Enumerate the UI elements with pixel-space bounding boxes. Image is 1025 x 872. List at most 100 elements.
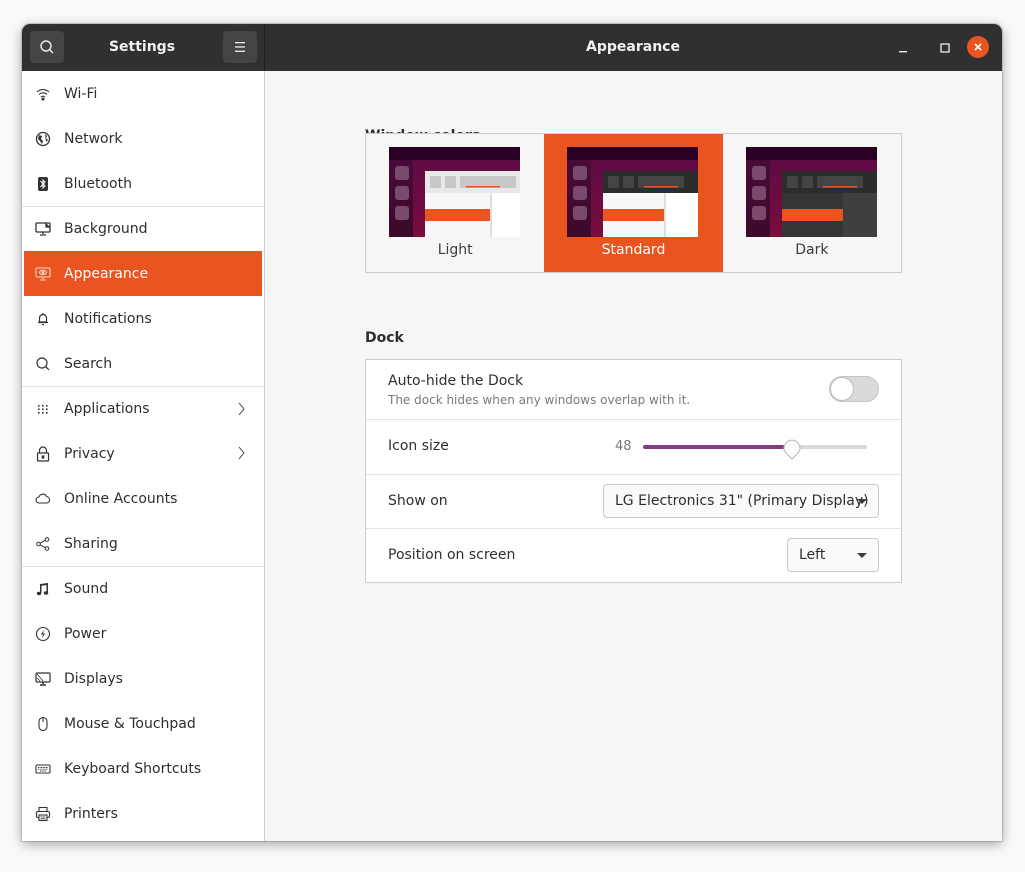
sidebar-item-mouse-touchpad[interactable]: Mouse & Touchpad: [22, 701, 264, 746]
maximize-button[interactable]: [933, 36, 957, 60]
sidebar-item-label: Online Accounts: [64, 490, 178, 507]
keyboard-icon: [35, 761, 51, 777]
slider-handle[interactable]: [782, 436, 802, 460]
autohide-row: Auto-hide the Dock The dock hides when a…: [366, 360, 901, 419]
sidebar-item-label: Wi-Fi: [64, 85, 98, 102]
theme-label: Standard: [601, 242, 666, 258]
sidebar-item-label: Displays: [64, 670, 123, 687]
sidebar-item-printers[interactable]: Printers: [22, 791, 264, 836]
sidebar-item-sharing[interactable]: Sharing: [22, 521, 264, 566]
show-on-dropdown[interactable]: LG Electronics 31" (Primary Display): [603, 484, 879, 518]
sidebar-item-displays[interactable]: Displays: [22, 656, 264, 701]
chevron-right-icon: [238, 446, 246, 464]
sidebar-item-label: Mouse & Touchpad: [64, 715, 196, 732]
cloud-icon: [35, 491, 51, 507]
sidebar-item-label: Keyboard Shortcuts: [64, 760, 202, 777]
sidebar-item-sound[interactable]: Sound: [22, 566, 264, 611]
icon-size-label: Icon size: [388, 438, 449, 454]
search-icon: [40, 40, 54, 54]
position-row: Position on screen Left: [366, 528, 901, 582]
sidebar-item-appearance[interactable]: Appearance: [24, 251, 262, 296]
theme-option-standard[interactable]: Standard: [544, 134, 723, 272]
appearance-panel: Window colors: [266, 71, 1002, 841]
light-theme-preview: [389, 147, 520, 237]
sidebar-item-label: Printers: [64, 805, 118, 822]
wifi-icon: [35, 86, 51, 102]
sidebar-item-applications[interactable]: Applications: [22, 386, 264, 431]
minimize-icon: [899, 51, 907, 53]
sidebar-item-keyboard-shortcuts[interactable]: Keyboard Shortcuts: [22, 746, 264, 791]
sidebar-item-label: Background: [64, 221, 148, 237]
sidebar-item-privacy[interactable]: Privacy: [22, 431, 264, 476]
theme-label: Dark: [795, 242, 829, 258]
dark-theme-preview: [745, 147, 877, 237]
sidebar-item-label: Power: [64, 625, 107, 642]
power-icon: [35, 626, 51, 642]
music-note-icon: [35, 581, 51, 597]
headerbar-content-section: Appearance: [265, 24, 1002, 71]
icon-size-value: 48: [615, 439, 632, 454]
background-icon: [35, 221, 51, 237]
app-title: Settings: [108, 39, 176, 55]
sidebar-item-online-accounts[interactable]: Online Accounts: [22, 476, 264, 521]
lock-icon: [35, 445, 51, 462]
position-dropdown[interactable]: Left: [787, 538, 879, 572]
headerbar: Settings Appearance: [22, 24, 1002, 71]
grid-icon: [35, 401, 51, 417]
headerbar-sidebar-section: Settings: [22, 24, 265, 71]
sidebar-item-label: Network: [64, 130, 123, 147]
close-icon: [974, 43, 982, 51]
sidebar-item-label: Applications: [64, 401, 150, 417]
hamburger-menu-icon: [235, 42, 245, 52]
display-icon: [35, 671, 51, 687]
chevron-right-icon: [238, 402, 246, 420]
sidebar-item-bluetooth[interactable]: Bluetooth: [22, 161, 264, 206]
settings-window: Settings Appearance Wi-Fi Network Blueto…: [22, 24, 1002, 841]
dropdown-arrow-icon: [857, 499, 867, 504]
position-value: Left: [799, 547, 826, 563]
autohide-toggle[interactable]: [829, 376, 879, 402]
sidebar-item-notifications[interactable]: Notifications: [22, 296, 264, 341]
show-on-value: LG Electronics 31" (Primary Display): [615, 493, 869, 509]
maximize-icon: [940, 43, 950, 53]
minimize-button[interactable]: [891, 36, 915, 60]
sidebar-item-label: Privacy: [64, 445, 115, 462]
sidebar-item-background[interactable]: Background: [22, 206, 264, 251]
icon-size-slider[interactable]: [643, 439, 867, 460]
bell-icon: [35, 311, 51, 327]
mouse-icon: [35, 716, 51, 732]
position-label: Position on screen: [388, 547, 516, 563]
sidebar-item-label: Sharing: [64, 535, 118, 552]
sidebar-item-label: Appearance: [64, 265, 149, 282]
show-on-label: Show on: [388, 493, 448, 509]
appearance-icon: [35, 266, 51, 282]
sidebar-item-power[interactable]: Power: [22, 611, 264, 656]
slider-fill: [643, 445, 793, 449]
sidebar-item-wifi[interactable]: Wi-Fi: [22, 71, 264, 116]
sidebar-item-network[interactable]: Network: [22, 116, 264, 161]
sidebar: Wi-Fi Network Bluetooth Background Appea…: [22, 71, 265, 841]
window-colors-selector: Light Standard Dark: [365, 133, 902, 273]
autohide-description: The dock hides when any windows overlap …: [388, 393, 691, 407]
main-menu-button[interactable]: [223, 31, 257, 63]
sidebar-item-search[interactable]: Search: [22, 341, 264, 386]
theme-option-dark[interactable]: Dark: [723, 134, 901, 272]
sidebar-item-label: Search: [64, 355, 113, 372]
printer-icon: [35, 806, 51, 822]
standard-theme-preview: [567, 147, 699, 237]
autohide-label: Auto-hide the Dock: [388, 373, 524, 389]
close-button[interactable]: [967, 36, 989, 58]
bluetooth-icon: [35, 176, 51, 192]
globe-icon: [35, 131, 51, 147]
sidebar-item-label: Notifications: [64, 310, 152, 327]
theme-label: Light: [437, 242, 473, 258]
dock-settings-list: Auto-hide the Dock The dock hides when a…: [365, 359, 902, 583]
share-icon: [35, 536, 51, 552]
sidebar-item-label: Sound: [64, 581, 109, 597]
theme-option-light[interactable]: Light: [366, 134, 544, 272]
search-icon: [35, 356, 51, 372]
dock-heading: Dock: [365, 330, 404, 346]
icon-size-row: Icon size 48: [366, 419, 901, 474]
sidebar-item-label: Bluetooth: [64, 175, 132, 192]
search-button[interactable]: [30, 31, 64, 63]
